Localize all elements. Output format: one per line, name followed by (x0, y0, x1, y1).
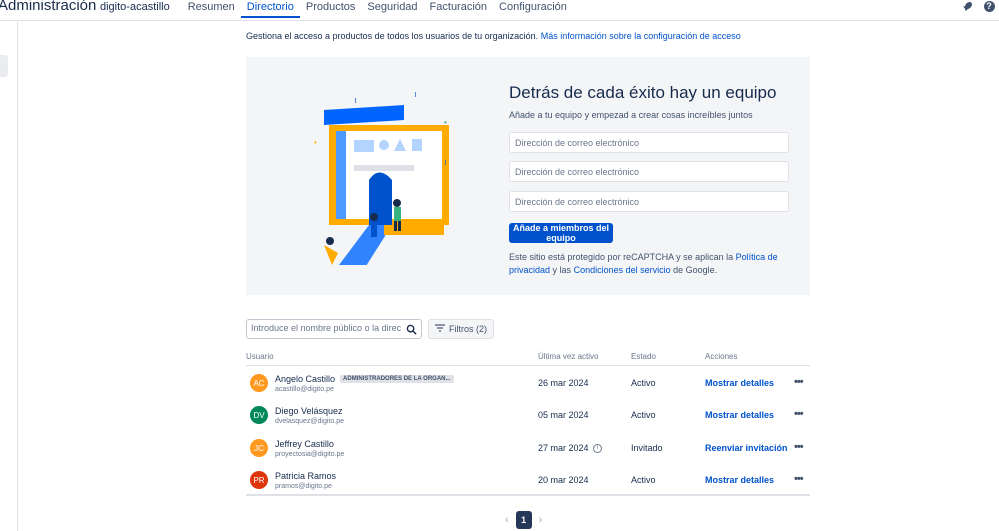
help-icon[interactable]: ? (983, 0, 995, 12)
invite-subtitle: Añade a tu equipo y empezad a crear cosa… (509, 110, 753, 120)
nav-directorio[interactable]: Directorio (240, 0, 300, 18)
user-name[interactable]: Angelo Castillo (275, 374, 335, 384)
table-row: JC Jeffrey Castillo proyectosia@digito.p… (246, 432, 810, 464)
user-email: acastillo@digito.pe (275, 386, 334, 393)
sidebar-toggle[interactable] (0, 55, 8, 77)
search-input[interactable] (251, 323, 401, 333)
status: Activo (631, 475, 656, 485)
nav-facturacion[interactable]: Facturación (424, 0, 493, 18)
show-details-link[interactable]: Mostrar detalles (705, 410, 774, 420)
filters-label: Filtros (2) (449, 324, 487, 334)
last-active: 20 mar 2024 (538, 475, 589, 485)
terms-link[interactable]: Condiciones del servicio (574, 265, 671, 275)
table-row: AC Angelo Castillo ADMINISTRADORES DE LA… (246, 367, 810, 399)
user-email: pramos@digito.pe (275, 483, 332, 490)
svg-text:•: • (444, 118, 447, 127)
info-icon[interactable]: i (593, 444, 603, 454)
nav-seguridad[interactable]: Seguridad (361, 0, 423, 18)
status: Activo (631, 378, 656, 388)
invite-title: Detrás de cada éxito hay un equipo (509, 83, 777, 102)
table-header-divider (246, 365, 810, 366)
user-email: dvelasquez@digito.pe (275, 418, 344, 425)
filters-button[interactable]: Filtros (2) (428, 319, 494, 339)
svg-text:•: • (314, 138, 317, 147)
svg-text:≀: ≀ (414, 90, 417, 99)
user-email: proyectosia@digito.pe (275, 451, 345, 458)
resend-invite-link[interactable]: Reenviar invitación (705, 443, 788, 453)
user-name[interactable]: Jeffrey Castillo (275, 439, 334, 449)
avatar[interactable]: AC (250, 374, 268, 392)
last-active-cell: 27 mar 2024 i (538, 443, 603, 454)
col-last-active[interactable]: Última vez activo (538, 352, 598, 361)
nav-configuracion[interactable]: Configuración (493, 0, 573, 18)
add-team-members-button[interactable]: Añade a miembros del equipo (509, 223, 613, 243)
recaptcha-prefix: Este sitio está protegido por reCAPTCHA … (509, 252, 734, 262)
avatar[interactable]: JC (250, 439, 268, 457)
top-navigation: Administración digito-acastillo Resumen … (0, 0, 999, 21)
user-name-line: Jeffrey Castillo (275, 439, 334, 449)
left-sidebar (0, 21, 18, 531)
access-config-link[interactable]: Más información sobre la configuración d… (541, 31, 741, 41)
app-title: Administración (0, 0, 97, 14)
svg-text:≀: ≀ (444, 158, 447, 167)
chevron-right-icon[interactable]: › (539, 514, 543, 526)
table-bottom-divider (246, 494, 810, 496)
description-text: Gestiona el acceso a productos de todos … (246, 31, 539, 41)
last-active: 05 mar 2024 (538, 410, 589, 420)
email-field-1[interactable] (509, 132, 789, 153)
table-row: DV Diego Velásquez dvelasquez@digito.pe … (246, 399, 810, 431)
status: Activo (631, 410, 656, 420)
admin-badge: ADMINISTRADORES DE LA ORGAN... (340, 375, 454, 383)
top-icons: ? (961, 0, 995, 12)
page-description: Gestiona el acceso a productos de todos … (246, 31, 741, 41)
recaptcha-middle: y las (552, 265, 572, 275)
last-active: 27 mar 2024 (538, 443, 589, 453)
more-icon[interactable]: ••• (794, 376, 804, 388)
nav-resumen[interactable]: Resumen (182, 0, 241, 18)
col-actions: Acciones (705, 352, 738, 361)
col-user[interactable]: Usuario (246, 352, 274, 361)
invite-panel: ≀ ≀ ≀ • • Detrás de cada éxito hay un eq… (246, 57, 810, 295)
email-field-2[interactable] (509, 161, 789, 182)
rocket-icon[interactable] (961, 0, 973, 12)
last-active: 26 mar 2024 (538, 378, 589, 388)
status: Invitado (631, 443, 663, 453)
user-name[interactable]: Patricia Ramos (275, 471, 336, 481)
search-icon[interactable] (405, 323, 417, 335)
show-details-link[interactable]: Mostrar detalles (705, 378, 774, 388)
more-icon[interactable]: ••• (794, 408, 804, 420)
page-button-current[interactable]: 1 (515, 511, 532, 529)
avatar[interactable]: PR (250, 471, 268, 489)
nav-org-name[interactable]: digito-acastillo (100, 0, 176, 18)
user-name[interactable]: Diego Velásquez (275, 406, 343, 416)
nav-productos[interactable]: Productos (300, 0, 362, 18)
table-row: PR Patricia Ramos pramos@digito.pe 20 ma… (246, 464, 810, 496)
chevron-left-icon[interactable]: ‹ (505, 514, 509, 526)
nav-bar: digito-acastillo Resumen Directorio Prod… (100, 0, 573, 18)
user-search (246, 319, 422, 339)
email-field-3[interactable] (509, 191, 789, 212)
more-icon[interactable]: ••• (794, 473, 804, 485)
filter-icon (435, 324, 445, 334)
col-status: Estado (631, 352, 656, 361)
user-name-line: Angelo Castillo ADMINISTRADORES DE LA OR… (275, 374, 454, 384)
show-details-link[interactable]: Mostrar detalles (705, 475, 774, 485)
recaptcha-notice: Este sitio está protegido por reCAPTCHA … (509, 251, 789, 277)
svg-text:≀: ≀ (354, 96, 357, 105)
team-illustration: ≀ ≀ ≀ • • (314, 90, 449, 265)
user-name-line: Patricia Ramos (275, 471, 336, 481)
pagination: ‹ 1 › (505, 511, 542, 529)
avatar[interactable]: DV (250, 406, 268, 424)
recaptcha-suffix: de Google. (673, 265, 718, 275)
more-icon[interactable]: ••• (794, 441, 804, 453)
user-name-line: Diego Velásquez (275, 406, 343, 416)
